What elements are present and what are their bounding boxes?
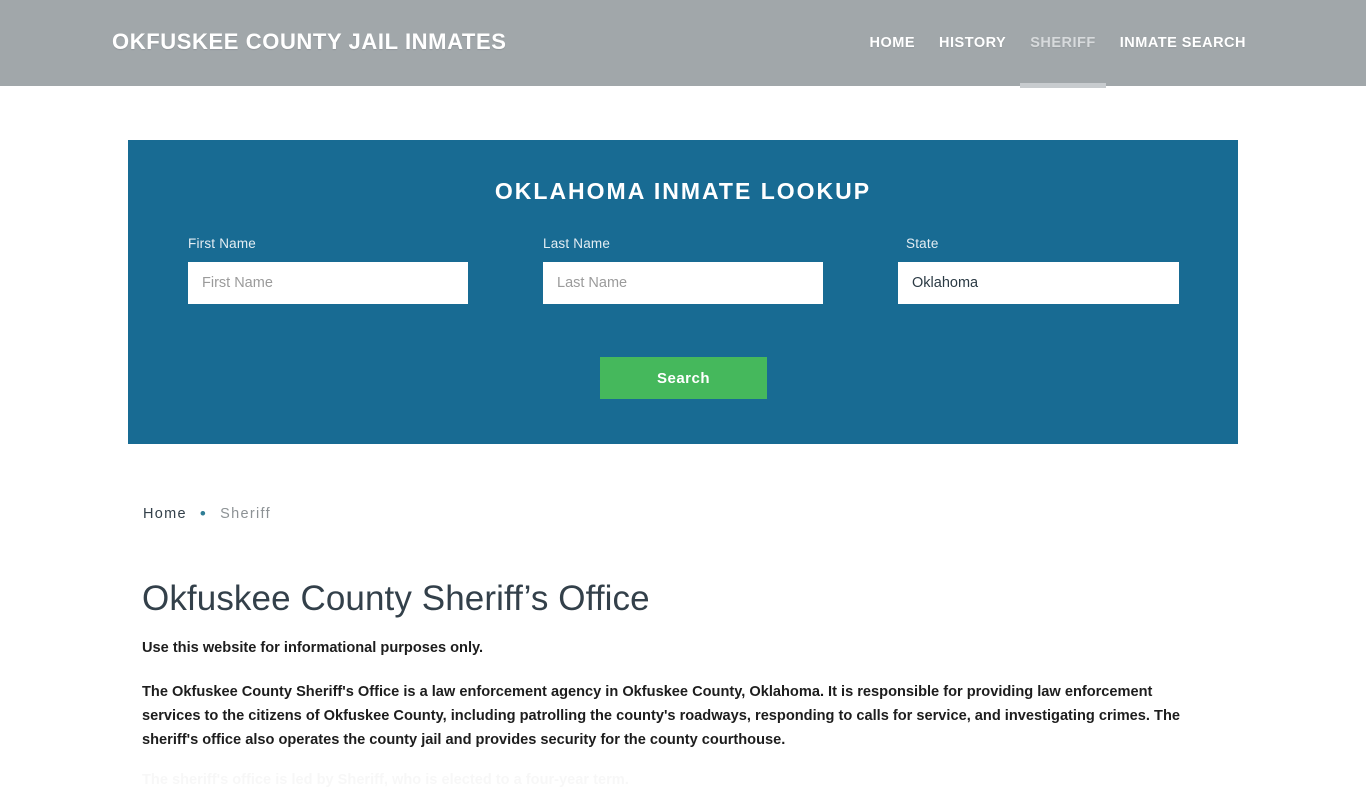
state-select[interactable]: Oklahoma <box>898 262 1179 304</box>
main-navigation: HOME HISTORY SHERIFF INMATE SEARCH <box>858 0 1258 88</box>
first-name-label: First Name <box>188 236 257 251</box>
page-title: Okfuskee County Sheriff’s Office <box>142 579 650 618</box>
breadcrumb: Home • Sheriff <box>143 504 271 523</box>
page-body: Use this website for informational purpo… <box>142 636 1212 808</box>
last-name-input[interactable] <box>543 262 823 304</box>
state-field-group: State Oklahoma <box>898 236 1179 304</box>
nav-item-inmate-search[interactable]: INMATE SEARCH <box>1108 34 1258 52</box>
site-title: OKFUSKEE COUNTY JAIL INMATES <box>112 29 507 54</box>
inmate-lookup-panel: OKLAHOMA INMATE LOOKUP First Name Last N… <box>128 140 1238 444</box>
lookup-panel-title: OKLAHOMA INMATE LOOKUP <box>494 178 872 204</box>
first-name-field-group: First Name <box>188 236 468 304</box>
nav-item-home[interactable]: HOME <box>858 34 928 52</box>
breadcrumb-home-link[interactable]: Home <box>143 506 187 522</box>
state-label: State <box>906 236 939 251</box>
site-header: OKFUSKEE COUNTY JAIL INMATES HOME HISTOR… <box>0 0 1366 88</box>
breadcrumb-separator-icon: • <box>199 504 208 523</box>
body-paragraph: The Okfuskee County Sheriff's Office is … <box>142 684 1180 748</box>
search-button[interactable]: Search <box>600 357 767 399</box>
breadcrumb-current: Sheriff <box>220 506 271 522</box>
last-name-field-group: Last Name <box>543 236 823 304</box>
body-paragraph-clipped: The sheriff's office is led by Sheriff, … <box>142 768 1212 792</box>
body-lead-text: Use this website for informational purpo… <box>142 640 484 656</box>
first-name-input[interactable] <box>188 262 468 304</box>
nav-item-history[interactable]: HISTORY <box>927 34 1018 52</box>
nav-item-sheriff[interactable]: SHERIFF <box>1018 34 1108 88</box>
last-name-label: Last Name <box>543 236 611 251</box>
